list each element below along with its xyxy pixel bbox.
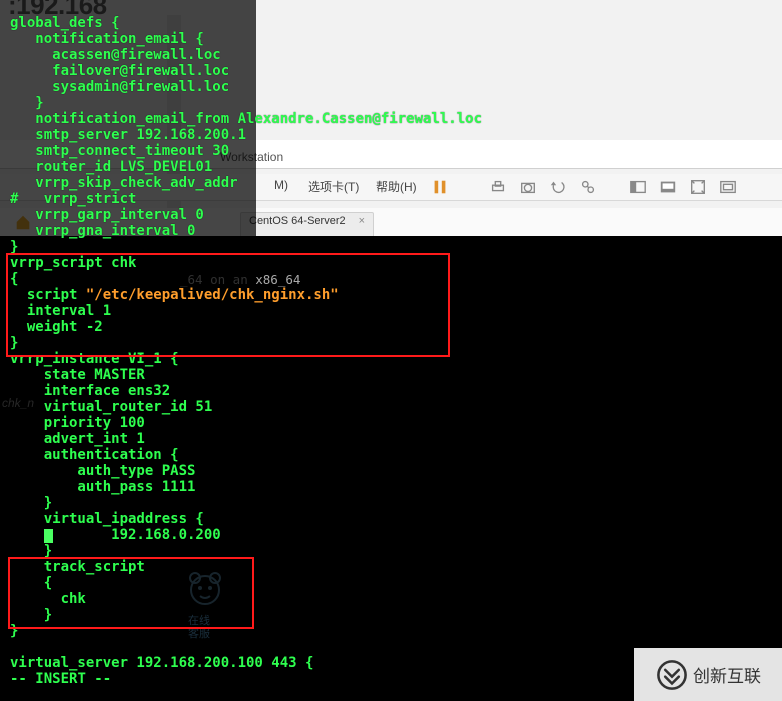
logo-text: 创新互联	[693, 662, 761, 687]
code-line: failover@firewall.loc	[10, 63, 229, 79]
code-line: advert_int 1	[10, 431, 145, 447]
code-line: interval 1	[10, 303, 111, 319]
code-line: {	[10, 575, 52, 591]
console-icon[interactable]	[658, 178, 678, 196]
code-line: }	[10, 239, 18, 255]
code-line: }	[10, 543, 52, 559]
code-line: smtp_server 192.168.200.1	[10, 127, 246, 143]
code-line: virtual_ipaddress {	[10, 511, 204, 527]
code-line: {	[10, 271, 18, 287]
code-line: vrrp_gna_interval 0	[10, 223, 195, 239]
code-line: state MASTER	[10, 367, 145, 383]
code-line: notification_email_from Alexandre.Cassen…	[10, 111, 482, 127]
code-line: }	[10, 95, 44, 111]
code-line: smtp_connect_timeout 30	[10, 143, 229, 159]
watermark-logo: 创新互联	[634, 648, 782, 701]
code-line: chk	[10, 591, 86, 607]
vim-mode-line: -- INSERT --	[10, 671, 111, 687]
vmware-title: Workstation	[220, 150, 283, 164]
code-line: authentication {	[10, 447, 179, 463]
guest-kernel-text: _64 on an x86_64	[180, 272, 300, 287]
code-line: weight -2	[10, 319, 103, 335]
code-line: vrrp_garp_interval 0	[10, 207, 204, 223]
vmware-menu-m[interactable]: M)	[274, 178, 288, 192]
code-line: }	[10, 335, 18, 351]
vmware-menu-tabs[interactable]: 选项卡(T)	[308, 178, 359, 195]
fullscreen-icon[interactable]	[718, 178, 738, 196]
support-bear-label: 在线客服	[188, 615, 210, 641]
close-tab-icon[interactable]: ×	[359, 215, 365, 227]
fit-icon[interactable]	[688, 178, 708, 196]
code-line: auth_pass 1111	[10, 479, 195, 495]
code-line: script "/etc/keepalived/chk_nginx.sh"	[10, 287, 339, 303]
code-line: }	[10, 495, 52, 511]
code-line: # vrrp_strict	[10, 191, 136, 207]
code-line: }	[10, 623, 18, 639]
code-line: vrrp_skip_check_adv_addr	[10, 175, 238, 191]
code-line: interface ens32	[10, 383, 170, 399]
vmware-toolbar	[430, 175, 770, 199]
code-line: }	[10, 607, 52, 623]
code-line: virtual_server 192.168.200.100 443 {	[10, 655, 313, 671]
logo-icon	[655, 658, 689, 692]
code-line: router_id LVS_DEVEL01	[10, 159, 212, 175]
code-line: track_script	[10, 559, 145, 575]
support-bear-icon[interactable]	[185, 568, 225, 610]
vm-tab-label: CentOS 64-Server2	[249, 215, 346, 227]
code-line: virtual_router_id 51	[10, 399, 212, 415]
code-line: global_defs {	[10, 15, 120, 31]
code-line: sysadmin@firewall.loc	[10, 79, 229, 95]
code-line: vrrp_script chk	[10, 255, 136, 271]
code-line: vrrp_instance VI_1 {	[10, 351, 179, 367]
revert-icon[interactable]	[548, 178, 568, 196]
code-line: auth_type PASS	[10, 463, 195, 479]
usb-icon[interactable]	[488, 178, 508, 196]
sidebar-icon[interactable]	[628, 178, 648, 196]
code-line: notification_email {	[10, 31, 204, 47]
code-line: acassen@firewall.loc	[10, 47, 221, 63]
vmware-menu-help[interactable]: 帮助(H)	[376, 178, 417, 195]
pause-icon[interactable]	[430, 178, 450, 196]
code-line: 192.168.0.200	[10, 527, 221, 543]
snapshot-icon[interactable]	[518, 178, 538, 196]
code-line: priority 100	[10, 415, 145, 431]
manage-icon[interactable]	[578, 178, 598, 196]
